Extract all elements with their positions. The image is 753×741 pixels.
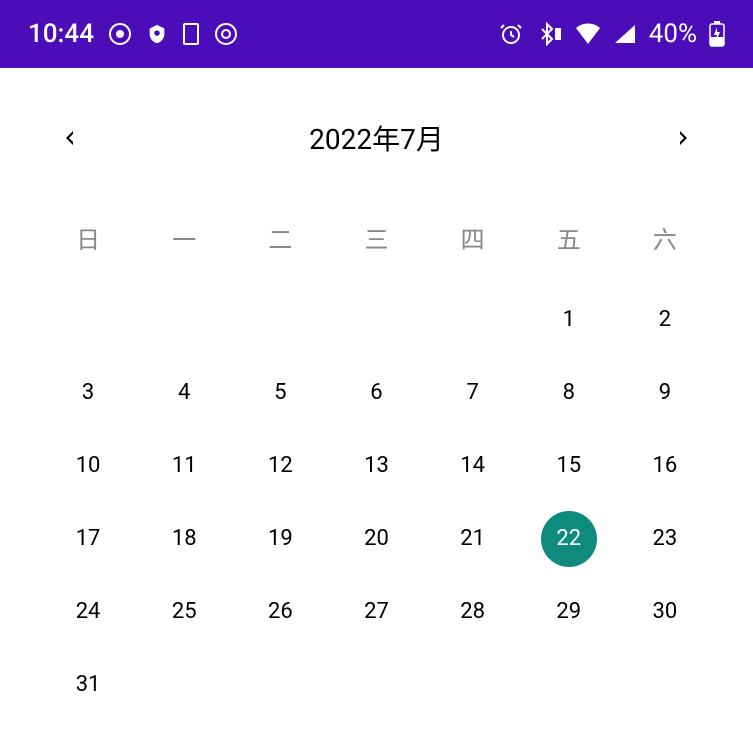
day-empty [232,283,328,356]
day-cell[interactable]: 9 [617,356,713,429]
day-number: 24 [60,584,116,640]
day-cell[interactable]: 31 [40,648,136,721]
day-cell[interactable]: 28 [425,575,521,648]
day-cell[interactable]: 5 [232,356,328,429]
day-number: 28 [445,584,501,640]
day-empty [425,283,521,356]
day-cell[interactable]: 16 [617,429,713,502]
battery-percent: 40% [649,19,697,49]
music-icon [108,22,132,46]
day-number: 6 [348,365,404,421]
day-number: 23 [637,511,693,567]
day-number: 27 [348,584,404,640]
day-number: 11 [156,438,212,494]
bluetooth-icon [535,22,563,46]
day-cell[interactable]: 21 [425,502,521,575]
day-cell[interactable]: 13 [328,429,424,502]
weekday-sun: 日 [40,202,136,273]
day-number: 3 [60,365,116,421]
day-cell[interactable]: 12 [232,429,328,502]
day-cell[interactable]: 30 [617,575,713,648]
day-number: 25 [156,584,212,640]
day-number: 21 [445,511,501,567]
status-bar: 10:44 40% [0,0,753,68]
day-cell[interactable]: 4 [136,356,232,429]
day-number: 16 [637,438,693,494]
day-empty [328,283,424,356]
day-cell[interactable]: 6 [328,356,424,429]
day-cell[interactable]: 25 [136,575,232,648]
weekday-tue: 二 [232,202,328,273]
day-cell[interactable]: 11 [136,429,232,502]
day-number: 17 [60,511,116,567]
weekday-mon: 一 [136,202,232,273]
shield-icon [146,23,168,45]
signal-icon [613,23,637,45]
day-cell[interactable]: 19 [232,502,328,575]
day-number: 20 [348,511,404,567]
day-number: 29 [541,584,597,640]
day-cell[interactable]: 14 [425,429,521,502]
day-cell[interactable]: 17 [40,502,136,575]
weekday-thu: 四 [425,202,521,273]
day-cell[interactable]: 29 [521,575,617,648]
day-cell[interactable]: 27 [328,575,424,648]
day-cell[interactable]: 15 [521,429,617,502]
day-cell[interactable]: 23 [617,502,713,575]
wifi-icon [575,23,601,45]
alarm-icon [499,22,523,46]
days-grid: 1234567891011121314151617181920212223242… [40,283,713,721]
day-cell[interactable]: 24 [40,575,136,648]
status-time: 10:44 [28,19,94,49]
day-number: 13 [348,438,404,494]
day-number: 12 [252,438,308,494]
day-number: 15 [541,438,597,494]
weekday-row: 日 一 二 三 四 五 六 [40,202,713,273]
day-cell[interactable]: 18 [136,502,232,575]
day-number: 8 [541,365,597,421]
day-cell[interactable]: 2 [617,283,713,356]
day-cell[interactable]: 20 [328,502,424,575]
status-left: 10:44 [28,19,238,49]
month-title: 2022年7月 [309,118,444,158]
next-month-button[interactable] [663,118,703,158]
day-empty [40,283,136,356]
day-empty [136,283,232,356]
weekday-sat: 六 [617,202,713,273]
day-cell[interactable]: 3 [40,356,136,429]
day-number: 4 [156,365,212,421]
day-number: 1 [541,292,597,348]
day-number: 30 [637,584,693,640]
weekday-wed: 三 [328,202,424,273]
day-number: 9 [637,365,693,421]
status-right: 40% [499,19,725,49]
day-number: 31 [60,657,116,713]
calendar: 2022年7月 日 一 二 三 四 五 六 123456789101112131… [0,68,753,741]
weekday-fri: 五 [521,202,617,273]
prev-month-button[interactable] [50,118,90,158]
day-number: 14 [445,438,501,494]
day-cell[interactable]: 7 [425,356,521,429]
sync-icon [214,22,238,46]
day-number: 22 [541,511,597,567]
day-number: 19 [252,511,308,567]
day-number: 5 [252,365,308,421]
day-number: 10 [60,438,116,494]
day-cell[interactable]: 1 [521,283,617,356]
battery-icon [709,21,725,47]
day-cell[interactable]: 26 [232,575,328,648]
day-cell[interactable]: 22 [521,502,617,575]
sim-icon [182,22,200,46]
day-number: 26 [252,584,308,640]
calendar-header: 2022年7月 [40,88,713,178]
day-cell[interactable]: 8 [521,356,617,429]
day-number: 18 [156,511,212,567]
day-cell[interactable]: 10 [40,429,136,502]
day-number: 7 [445,365,501,421]
day-number: 2 [637,292,693,348]
